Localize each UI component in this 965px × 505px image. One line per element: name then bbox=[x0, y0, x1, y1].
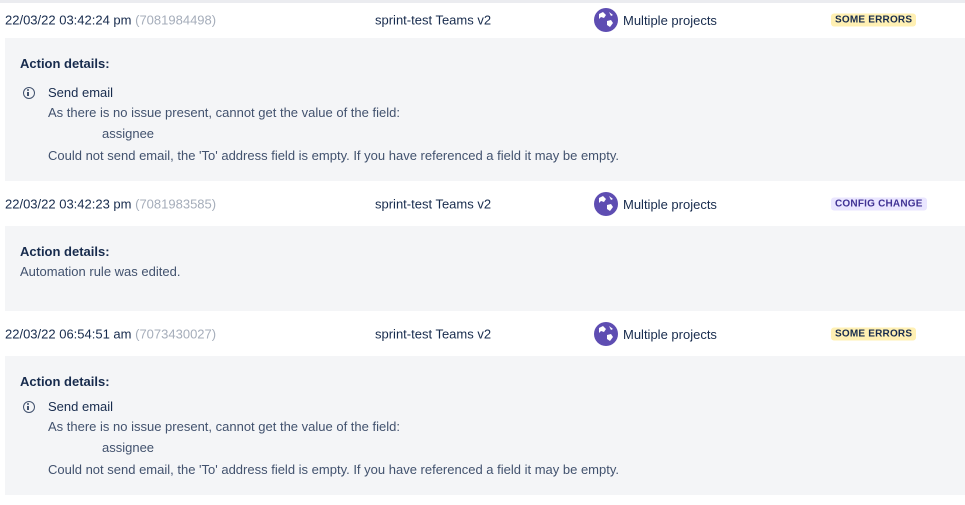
field-name: assignee bbox=[102, 440, 155, 455]
project-scope: Multiple projects bbox=[594, 8, 717, 32]
action-details-panel: Action details: Send email As there is n… bbox=[5, 38, 965, 181]
status-badge: SOME ERRORS bbox=[831, 13, 917, 27]
action-item: Send email bbox=[23, 85, 113, 100]
globe-icon bbox=[594, 8, 618, 32]
action-name: Send email bbox=[48, 399, 114, 414]
info-icon bbox=[23, 86, 35, 99]
project-label: Multiple projects bbox=[623, 326, 717, 342]
project-scope: Multiple projects bbox=[594, 322, 717, 346]
date-text: 22/03/22 06:54:51 am bbox=[5, 326, 132, 342]
project-label: Multiple projects bbox=[623, 12, 717, 28]
audit-log-row[interactable]: 22/03/22 03:42:24 pm (7081984498) sprint… bbox=[0, 2, 965, 38]
globe-icon bbox=[594, 322, 618, 346]
status-badge: CONFIG CHANGE bbox=[831, 197, 927, 211]
message-line: As there is no issue present, cannot get… bbox=[48, 105, 400, 120]
details-title: Action details: bbox=[20, 374, 110, 389]
execution-id: (7081983585) bbox=[135, 196, 217, 212]
project-scope: Multiple projects bbox=[594, 192, 717, 216]
execution-id: (7081984498) bbox=[135, 12, 217, 28]
project-label: Multiple projects bbox=[623, 196, 717, 212]
details-title: Action details: bbox=[20, 56, 110, 71]
details-title: Action details: bbox=[20, 244, 110, 259]
action-details-panel: Action details: Send email As there is n… bbox=[5, 356, 965, 495]
globe-icon bbox=[594, 192, 618, 216]
audit-log-row[interactable]: 22/03/22 03:42:23 pm (7081983585) sprint… bbox=[0, 186, 965, 222]
message-line: Automation rule was edited. bbox=[20, 264, 181, 279]
field-name: assignee bbox=[102, 126, 155, 141]
info-icon bbox=[23, 400, 35, 413]
rule-name: sprint-test Teams v2 bbox=[375, 12, 492, 28]
action-name: Send email bbox=[48, 85, 114, 100]
message-line: Could not send email, the 'To' address f… bbox=[48, 462, 619, 477]
action-item: Send email bbox=[23, 399, 113, 414]
status-badge: SOME ERRORS bbox=[831, 327, 917, 341]
message-line: As there is no issue present, cannot get… bbox=[48, 419, 400, 434]
date-text: 22/03/22 03:42:24 pm bbox=[5, 12, 132, 28]
audit-log-row[interactable]: 22/03/22 06:54:51 am (7073430027) sprint… bbox=[0, 316, 965, 352]
message-line: Could not send email, the 'To' address f… bbox=[48, 148, 619, 163]
rule-name: sprint-test Teams v2 bbox=[375, 196, 492, 212]
execution-date: 22/03/22 03:42:24 pm (7081984498) bbox=[5, 13, 216, 28]
action-details-panel: Action details: Automation rule was edit… bbox=[5, 226, 965, 311]
execution-date: 22/03/22 03:42:23 pm (7081983585) bbox=[5, 197, 216, 212]
date-text: 22/03/22 03:42:23 pm bbox=[5, 196, 132, 212]
execution-id: (7073430027) bbox=[135, 326, 217, 342]
rule-name: sprint-test Teams v2 bbox=[375, 326, 492, 342]
execution-date: 22/03/22 06:54:51 am (7073430027) bbox=[5, 327, 216, 342]
